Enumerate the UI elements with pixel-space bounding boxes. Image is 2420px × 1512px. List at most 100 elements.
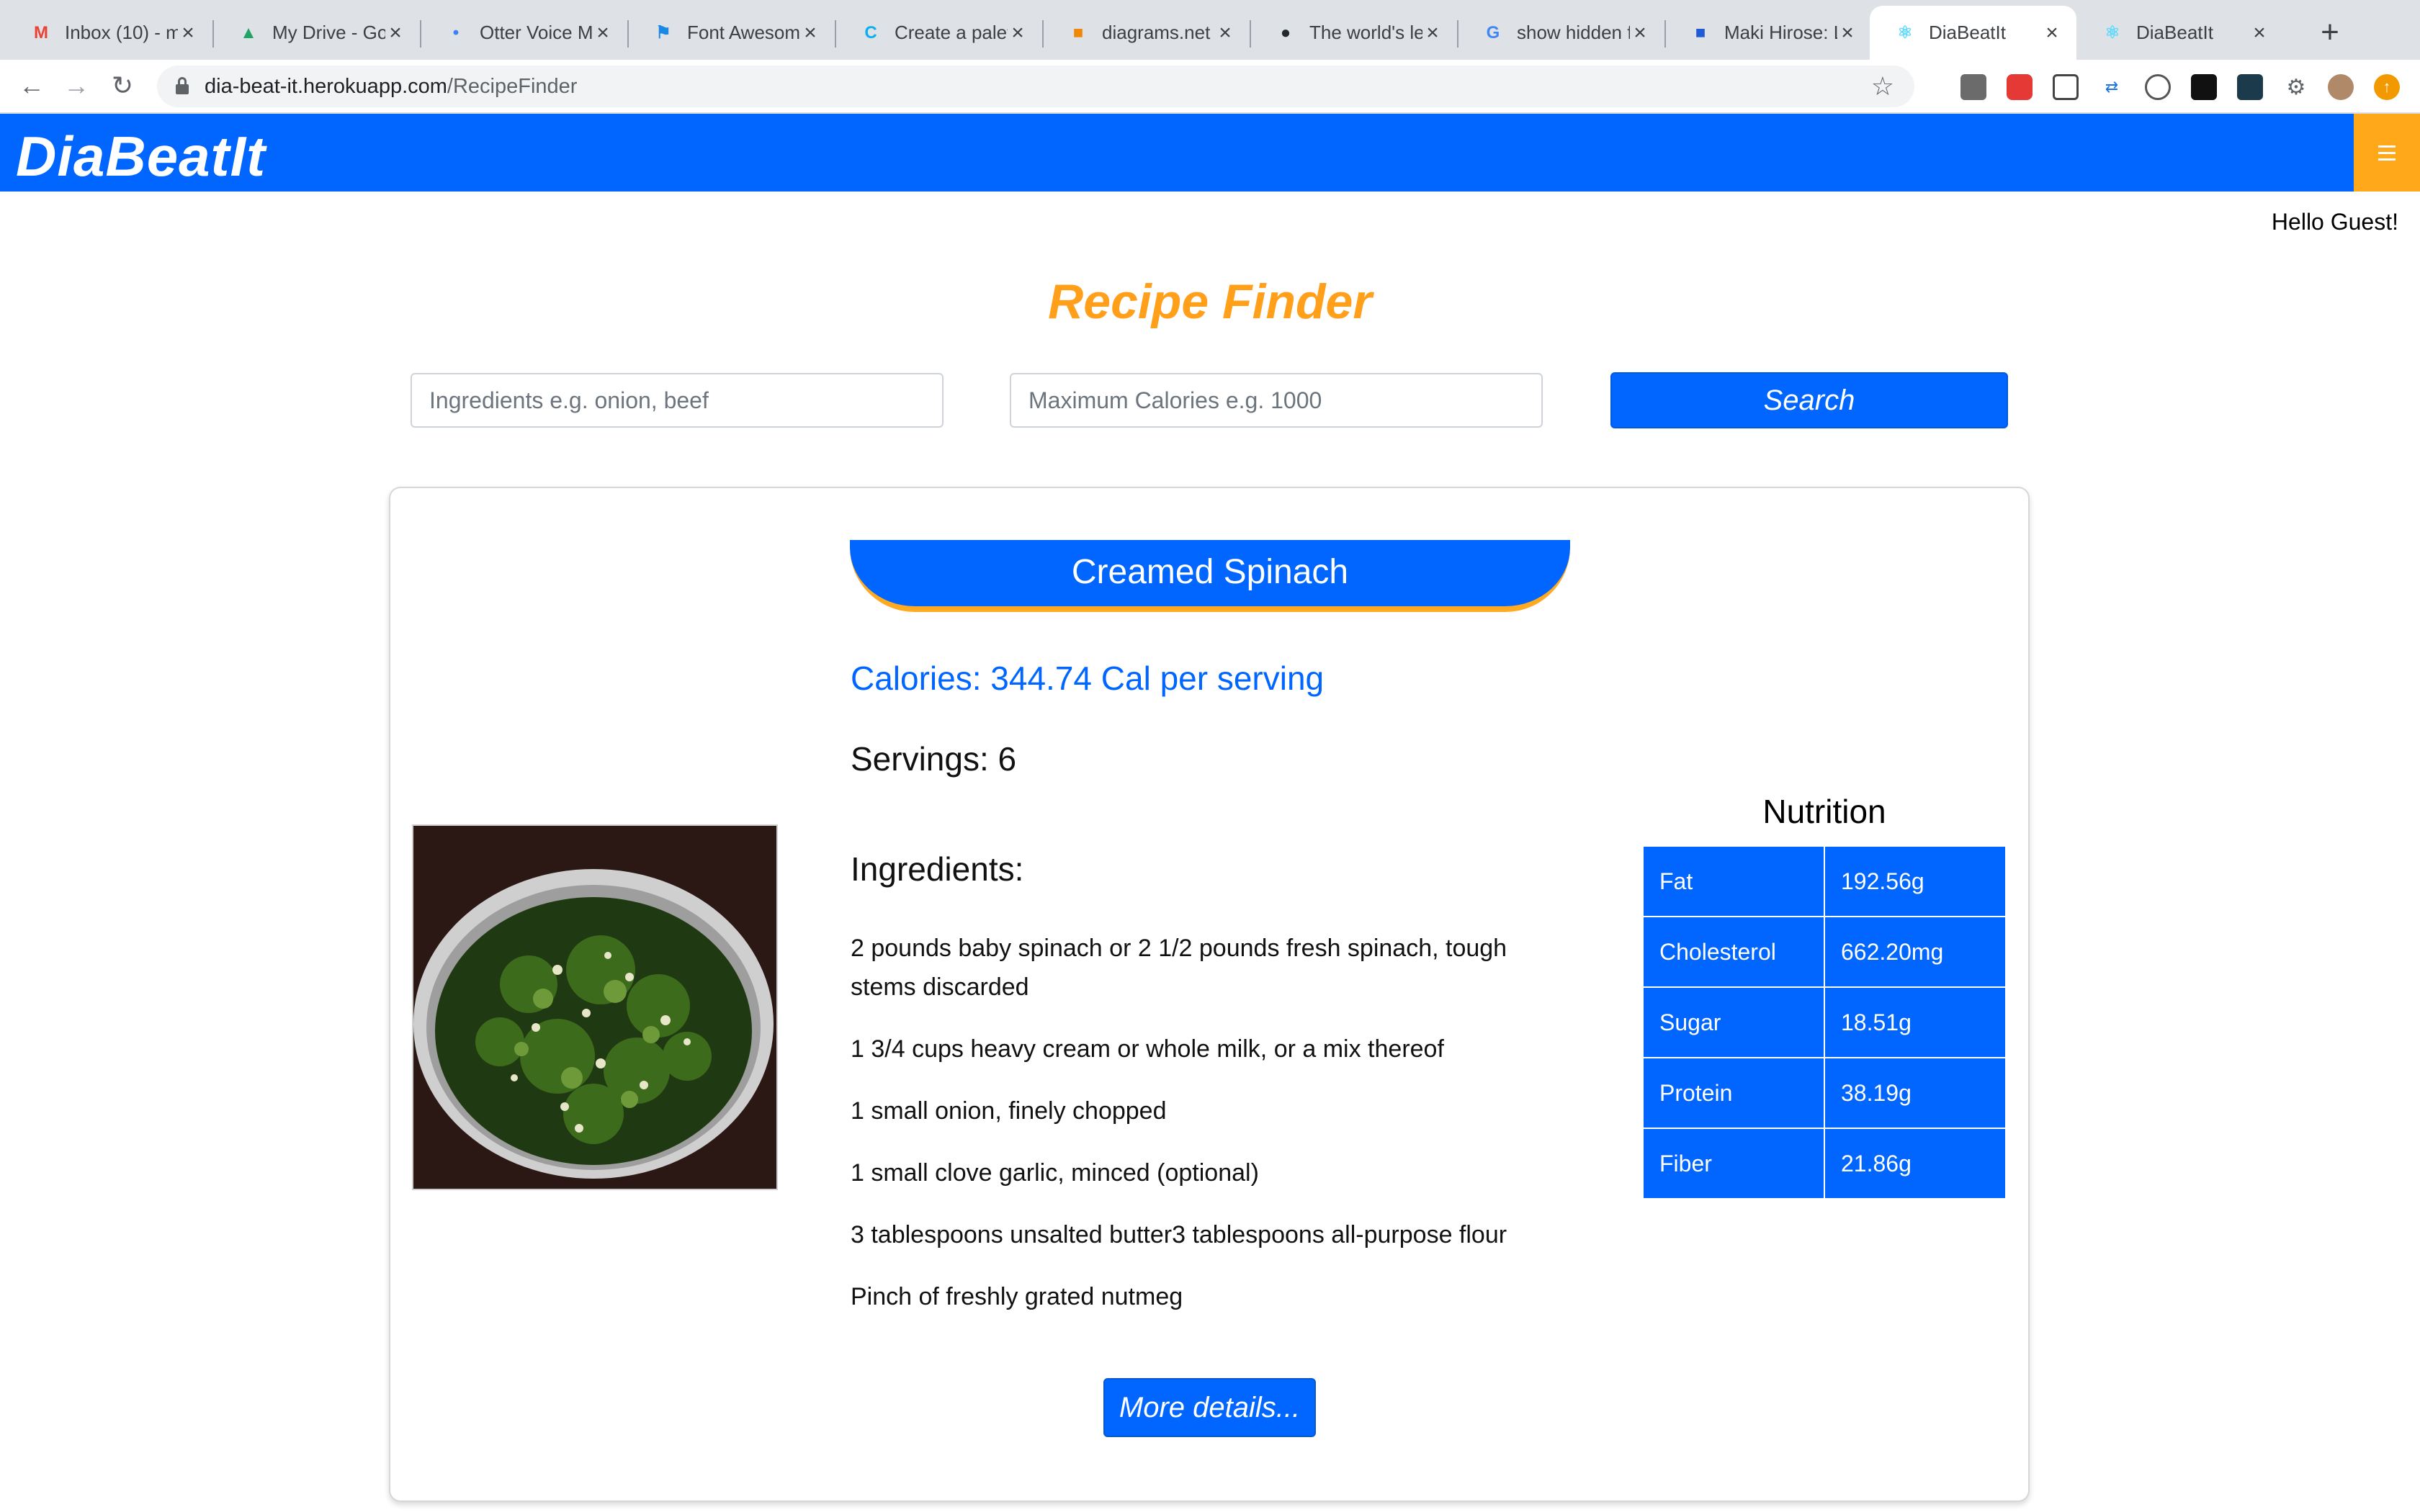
browser-tab-strip: M Inbox (10) - m × ▲ My Drive - Go × • Otter Vo…	[0, 0, 2420, 60]
gmail-icon: M	[34, 22, 48, 42]
list-item: Pinch of freshly grated nutmeg	[851, 1283, 1183, 1310]
nutrient-value: 662.20mg	[1824, 916, 2007, 988]
tab-title: The world's le	[1309, 22, 1422, 43]
table-row: Cholesterol 662.20mg	[1642, 916, 2007, 988]
circle-extension-icon[interactable]	[2145, 74, 2171, 100]
screenshot-icon[interactable]	[2053, 74, 2079, 100]
bookmark-star-icon[interactable]: ☆	[1871, 71, 1894, 102]
browser-tab[interactable]: Gshow hidden f ×	[1458, 6, 1664, 60]
browser-tab[interactable]: C Create a palet ×	[835, 6, 1042, 60]
browser-tab[interactable]: ■ diagrams.net ×	[1043, 6, 1250, 60]
close-tab-icon[interactable]: ×	[1008, 21, 1028, 45]
address-bar[interactable]: dia-beat-it.herokuapp.com/RecipeFinder ☆	[157, 66, 1914, 107]
tab-title: Otter Voice M	[480, 22, 593, 43]
nutrient-label: Cholesterol	[1642, 916, 1825, 988]
close-tab-icon[interactable]: ×	[800, 21, 820, 45]
close-tab-icon[interactable]: ×	[2249, 21, 2269, 45]
tab-title: show hidden f	[1517, 22, 1630, 43]
browser-tab[interactable]: • Otter Voice M ×	[421, 6, 627, 60]
browser-tab[interactable]: ■ Maki Hirose: L ×	[1665, 6, 1872, 60]
google-drive-icon: ▲	[240, 22, 257, 42]
url-host: dia-beat-it.herokuapp.com	[205, 75, 447, 98]
close-tab-icon[interactable]: ×	[1837, 21, 1857, 45]
recipe-title: Creamed Spinach	[850, 540, 1570, 612]
more-details-button[interactable]: More details...	[1103, 1378, 1316, 1437]
otter-icon: •	[452, 22, 460, 42]
github-icon: ●	[1280, 22, 1291, 42]
nutrition-table: Fat 192.56g Cholesterol 662.20mg Sugar 18.5…	[1642, 845, 2007, 1200]
browser-tab[interactable]: ● The world's le ×	[1250, 6, 1457, 60]
max-calories-input[interactable]	[1010, 373, 1543, 428]
nutrient-label: Protein	[1642, 1057, 1825, 1129]
update-icon[interactable]: ↑	[2374, 74, 2400, 100]
reload-icon[interactable]: ↻	[107, 70, 138, 102]
ingredients-list: 2 pounds baby spinach or 2 1/2 pounds fr…	[851, 929, 1556, 1339]
tab-title: DiaBeatIt	[1929, 22, 2006, 43]
nutrient-value: 192.56g	[1824, 845, 2007, 917]
font-awesome-flag-icon: ⚑	[655, 23, 671, 42]
close-tab-icon[interactable]: ×	[1422, 21, 1443, 45]
table-row: Fiber 21.86g	[1642, 1128, 2007, 1200]
tab-title: Create a palet	[895, 22, 1008, 43]
nutrition-heading: Nutrition	[1762, 793, 1886, 830]
arrows-icon[interactable]: ⇄	[2099, 74, 2125, 100]
table-row: Protein 38.19g	[1642, 1057, 2007, 1129]
url-text[interactable]: dia-beat-it.herokuapp.com/RecipeFinder	[205, 75, 577, 99]
nutrient-value: 18.51g	[1824, 986, 2007, 1058]
react-devtools-icon[interactable]	[2237, 74, 2263, 100]
extension-badge-icon[interactable]	[2007, 74, 2033, 100]
tab-title: diagrams.net	[1102, 22, 1211, 43]
extension-icon[interactable]	[1960, 74, 1986, 100]
nutrient-value: 21.86g	[1824, 1128, 2007, 1200]
nutrient-label: Sugar	[1642, 986, 1825, 1058]
close-tab-icon[interactable]: ×	[2042, 21, 2062, 45]
recipe-image	[412, 824, 778, 1190]
list-item: 1 small onion, finely chopped	[851, 1097, 1167, 1125]
app-header: DiaBeatIt	[0, 114, 2420, 192]
recipe-servings: Servings: 6	[851, 740, 1017, 778]
url-path: /RecipeFinder	[447, 75, 578, 98]
close-tab-icon[interactable]: ×	[593, 21, 613, 45]
nutrient-value: 38.19g	[1824, 1057, 2007, 1129]
list-item: 1 small clove garlic, minced (optional)	[851, 1159, 1259, 1187]
search-button[interactable]: Search	[1610, 372, 2008, 428]
table-row: Fat 192.56g	[1642, 845, 2007, 917]
diagrams-icon: ■	[1072, 22, 1084, 42]
list-item: 2 pounds baby spinach or 2 1/2 pounds fr…	[851, 935, 1507, 1001]
ingredients-heading: Ingredients:	[851, 850, 1024, 888]
hamburger-menu-icon[interactable]	[2354, 114, 2420, 192]
lock-icon[interactable]	[176, 77, 189, 94]
browser-tab[interactable]: ⚛ DiaBeatIt ×	[1870, 6, 2076, 60]
browser-toolbar: ← → ↻ dia-beat-it.herokuapp.com/RecipeFi…	[0, 60, 2420, 114]
close-tab-icon[interactable]: ×	[1630, 21, 1650, 45]
tab-title: Inbox (10) - m	[65, 22, 178, 43]
avatar[interactable]	[2328, 74, 2354, 100]
flag-extension-icon[interactable]	[2191, 74, 2217, 100]
forward-icon[interactable]: →	[60, 70, 92, 102]
page-title: Recipe Finder	[1048, 274, 1372, 329]
react-icon: ⚛	[2105, 23, 2120, 42]
puzzle-icon[interactable]: ⚙	[2283, 74, 2309, 100]
close-tab-icon[interactable]: ×	[178, 21, 198, 45]
browser-tab[interactable]: ⚛ DiaBeatIt ×	[2077, 6, 2284, 60]
google-icon: G	[1486, 22, 1500, 42]
nutrient-label: Fat	[1642, 845, 1825, 917]
recipe-calories: Calories: 344.74 Cal per serving	[851, 660, 1325, 697]
react-icon: ⚛	[1897, 23, 1913, 42]
new-tab-button[interactable]: +	[2312, 14, 2348, 50]
tab-title: DiaBeatIt	[2136, 22, 2213, 43]
tab-title: Maki Hirose: L	[1724, 22, 1837, 43]
square-logo-icon: ■	[1695, 22, 1706, 42]
browser-tab[interactable]: M Inbox (10) - m ×	[6, 6, 212, 60]
browser-tab[interactable]: ⚑ Font Awesom ×	[628, 6, 835, 60]
nutrient-label: Fiber	[1642, 1128, 1825, 1200]
tab-title: My Drive - Go	[272, 22, 385, 43]
ingredients-input[interactable]	[411, 373, 944, 428]
coolors-icon: C	[864, 22, 877, 42]
close-tab-icon[interactable]: ×	[385, 21, 405, 45]
browser-tab[interactable]: ▲ My Drive - Go ×	[213, 6, 420, 60]
list-item: 1 3/4 cups heavy cream or whole milk, or…	[851, 1035, 1444, 1063]
back-icon[interactable]: ←	[16, 70, 48, 102]
brand-logo[interactable]: DiaBeatIt	[16, 124, 266, 189]
close-tab-icon[interactable]: ×	[1215, 21, 1235, 45]
